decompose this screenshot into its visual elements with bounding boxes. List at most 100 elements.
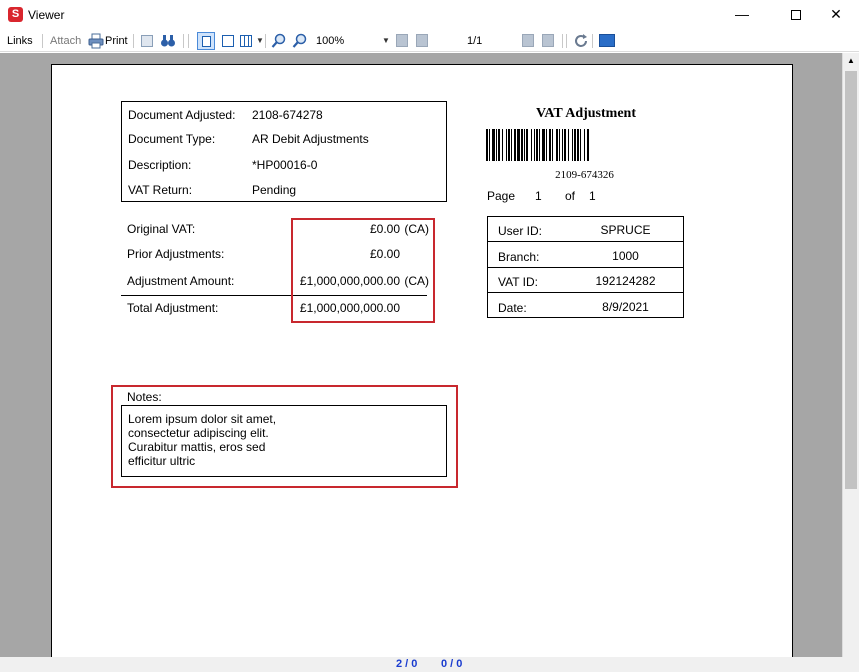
barcode-bar	[559, 129, 560, 161]
status-count-left: 2 / 0	[396, 658, 418, 670]
user-info-row: Branch: 1000	[488, 243, 683, 268]
total-adjustment-label: Total Adjustment:	[127, 301, 219, 315]
toolbar-separator	[188, 34, 189, 48]
barcode-bar	[506, 129, 507, 161]
zoom-out-icon[interactable]	[292, 33, 308, 49]
barcode-bar	[496, 129, 497, 161]
user-info-row: User ID: SPRUCE	[488, 217, 683, 242]
vat-return-label: VAT Return:	[128, 183, 193, 197]
toolbar-separator	[183, 34, 184, 48]
previous-page-button[interactable]	[416, 34, 428, 47]
minimize-button[interactable]: —	[719, 0, 765, 30]
multi-page-icon[interactable]	[239, 33, 255, 49]
barcode-bar	[539, 129, 540, 161]
barcode-bar	[562, 129, 563, 161]
branch-label: Branch:	[498, 250, 540, 264]
barcode-bar	[572, 129, 573, 161]
user-info-row: VAT ID: 192124282	[488, 268, 683, 293]
toolbar-separator	[42, 34, 43, 48]
branch-value: 1000	[612, 249, 639, 263]
status-count-right: 0 / 0	[441, 658, 463, 670]
document-type-value: AR Debit Adjustments	[252, 132, 369, 146]
barcode-bar	[492, 129, 495, 161]
continuous-page-icon[interactable]	[220, 33, 236, 49]
vat-id-label: VAT ID:	[498, 275, 539, 289]
window-title: Viewer	[28, 8, 65, 22]
document-info-box: Document Adjusted: 2108-674278 Document …	[121, 101, 447, 202]
barcode-bar	[524, 129, 525, 161]
vat-id-value: 192124282	[595, 274, 656, 288]
notes-box: Lorem ipsum dolor sit amet, consectetur …	[121, 405, 447, 477]
barcode-bar	[521, 129, 523, 161]
page-total: 1	[589, 189, 596, 203]
binoculars-icon[interactable]	[160, 33, 176, 49]
close-button[interactable]: ✕	[813, 0, 859, 30]
barcode-bar	[526, 129, 528, 161]
barcode-bar	[502, 129, 503, 161]
adjustment-amount-label: Adjustment Amount:	[127, 274, 235, 288]
document-adjusted-value: 2108-674278	[252, 108, 323, 122]
notes-line: Lorem ipsum dolor sit amet,	[128, 412, 277, 426]
notes-line: consectetur adipiscing elit.	[128, 426, 269, 440]
user-id-value: SPRUCE	[600, 223, 651, 237]
notes-line: efficitur ultric	[128, 454, 196, 468]
barcode-bar	[552, 129, 553, 161]
status-bar: 2 / 0 0 / 0	[0, 657, 859, 672]
copy-icon[interactable]	[141, 35, 153, 47]
document-adjusted-label: Document Adjusted:	[128, 108, 236, 122]
description-value: *HP00016-0	[252, 158, 318, 172]
refresh-icon[interactable]	[573, 33, 589, 49]
chevron-down-icon[interactable]: ▼	[382, 33, 390, 49]
barcode-bar	[508, 129, 510, 161]
barcode-bar	[587, 129, 589, 161]
barcode-bar	[498, 129, 500, 161]
page-indicator: 1/1	[467, 35, 483, 47]
maximize-icon	[791, 10, 801, 20]
first-page-button[interactable]	[396, 34, 408, 47]
links-button[interactable]: Links	[7, 33, 33, 49]
barcode-bar	[564, 129, 566, 161]
vat-amounts-highlight	[291, 218, 435, 323]
date-label: Date:	[498, 301, 527, 315]
page-word: Page	[487, 189, 516, 203]
vertical-scrollbar[interactable]: ▲	[842, 53, 859, 657]
barcode-bar	[549, 129, 551, 161]
toolbar-separator	[265, 34, 266, 48]
printer-icon[interactable]	[88, 33, 104, 49]
vat-return-value: Pending	[252, 183, 297, 197]
zoom-select[interactable]: 100%	[316, 33, 344, 49]
print-button[interactable]: Print	[105, 33, 128, 49]
barcode-bar	[534, 129, 535, 161]
toolbar-separator	[592, 34, 593, 48]
barcode-bar	[514, 129, 516, 161]
barcode-bar	[531, 129, 532, 161]
single-page-icon[interactable]	[197, 32, 215, 50]
zoom-in-icon[interactable]	[271, 33, 287, 49]
user-id-label: User ID:	[498, 224, 543, 238]
notes-label: Notes:	[127, 390, 162, 404]
barcode-bar	[580, 129, 581, 161]
barcode-bar	[486, 129, 488, 161]
barcode-bar	[517, 129, 520, 161]
report-title: VAT Adjustment	[536, 106, 636, 121]
attach-button[interactable]: Attach	[50, 33, 81, 49]
export-icon[interactable]	[599, 34, 615, 47]
barcode-bar	[489, 129, 490, 161]
barcode-bar	[568, 129, 569, 161]
document-type-label: Document Type:	[128, 132, 216, 146]
app-icon: S	[8, 7, 23, 22]
barcode-number: 2109-674326	[555, 169, 614, 181]
barcode	[486, 129, 589, 161]
last-page-button[interactable]	[542, 34, 554, 47]
of-word: of	[565, 189, 576, 203]
barcode-bar	[584, 129, 585, 161]
user-info-box: User ID: SPRUCE Branch: 1000 VAT ID: 192…	[487, 216, 684, 318]
toolbar-separator	[562, 34, 563, 48]
next-page-button[interactable]	[522, 34, 534, 47]
barcode-bar	[556, 129, 558, 161]
scroll-up-icon[interactable]: ▲	[843, 53, 859, 69]
original-vat-label: Original VAT:	[127, 222, 196, 236]
chevron-down-icon[interactable]: ▼	[256, 33, 272, 49]
scroll-thumb[interactable]	[845, 71, 857, 489]
barcode-bar	[577, 129, 579, 161]
